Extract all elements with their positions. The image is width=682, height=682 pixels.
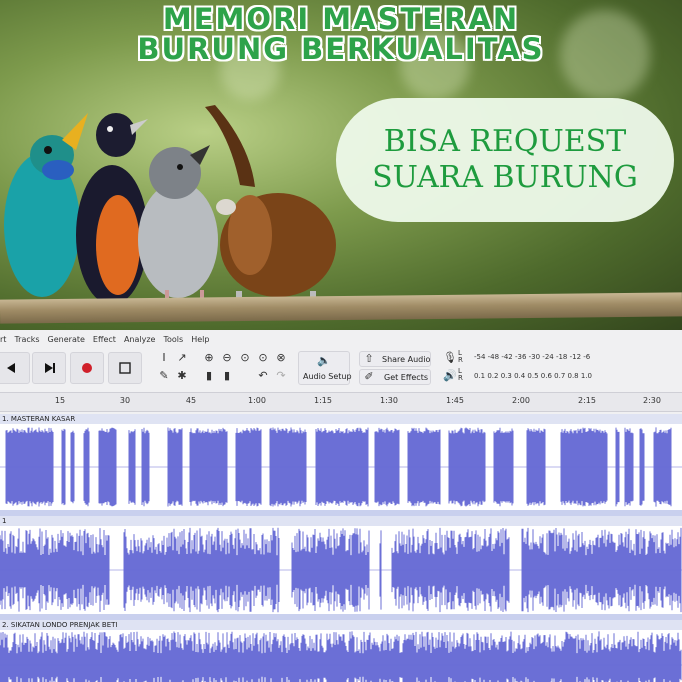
- effects-icon: ✐: [364, 370, 374, 383]
- ruler-tick-label: 1:15: [314, 396, 332, 405]
- banner-title-line2: BURUNG BERKUALITAS: [137, 32, 545, 66]
- bird-teal-icon: [4, 113, 88, 297]
- zoom-in-icon[interactable]: ⊕: [202, 351, 216, 365]
- track-3-waveform[interactable]: [0, 630, 682, 682]
- ruler-tick-label: 2:00: [512, 396, 530, 405]
- menu-tools[interactable]: Tools: [163, 335, 183, 344]
- skip-end-button[interactable]: [32, 352, 66, 384]
- draw-tool-icon[interactable]: ✎: [157, 369, 171, 383]
- play-channel-label: LR: [458, 367, 463, 382]
- menu-analyze[interactable]: Analyze: [124, 335, 156, 344]
- ruler-tick-label: 15: [54, 396, 66, 405]
- record-button[interactable]: [70, 352, 104, 384]
- timeline-ruler[interactable]: 15 30 45 1:00 1:15 1:30 1:45 2:00 2:15 2:30: [0, 392, 682, 412]
- skip-start-button[interactable]: [0, 352, 30, 384]
- ruler-tick-label: 2:15: [578, 396, 596, 405]
- track-3-label[interactable]: 2. SIKATAN LONDO PRENJAK BETI: [0, 620, 682, 630]
- track-1-waveform[interactable]: [0, 424, 682, 510]
- banner-title-line1: MEMORI MASTERAN: [162, 2, 520, 36]
- menu-tracks[interactable]: Tracks: [14, 335, 39, 344]
- record-channel-label: LR: [458, 349, 463, 364]
- envelope-tool-icon[interactable]: ↗: [175, 351, 189, 365]
- silence-icon[interactable]: ▮: [220, 369, 234, 383]
- skip-start-icon: [7, 363, 15, 373]
- menu-edit-partial[interactable]: rt: [0, 335, 6, 344]
- pill-line2: SUARA BURUNG: [372, 160, 638, 195]
- get-effects-button[interactable]: ✐ Get Effects: [359, 369, 431, 385]
- bird-brown-icon: [205, 105, 336, 311]
- pill-line1: BISA REQUEST: [383, 124, 627, 159]
- loop-icon: [119, 362, 131, 374]
- ruler-tick-label: 1:30: [380, 396, 398, 405]
- menu-help[interactable]: Help: [191, 335, 209, 344]
- record-icon: [82, 363, 92, 373]
- fit-project-icon[interactable]: ⊙: [256, 351, 270, 365]
- multi-tool-icon[interactable]: ✱: [175, 369, 189, 383]
- bird-grey-icon: [138, 145, 218, 312]
- speaker-icon: 🔈: [317, 354, 331, 367]
- redo-icon[interactable]: ↷: [274, 369, 288, 383]
- ruler-tick-label: 2:30: [643, 396, 661, 405]
- menu-generate[interactable]: Generate: [48, 335, 85, 344]
- toolbar: I ↗ ✎ ✱ ⊕ ⊖ ⊙ ⊙ ⊗ ▮ ▮ ↶ ↷ 🔈 Audio Setup …: [0, 349, 682, 391]
- share-icon: ⇧: [364, 352, 374, 365]
- track-1-label[interactable]: 1. MASTERAN KASAR: [0, 414, 682, 424]
- fit-selection-icon[interactable]: ⊙: [238, 351, 252, 365]
- track-2-label[interactable]: 1: [0, 516, 682, 526]
- ruler-tick-label: 1:45: [446, 396, 464, 405]
- track-2-waveform[interactable]: [0, 526, 682, 614]
- record-meter[interactable]: -54 -48 -42 -36 -30 -24 -18 -12 -6: [474, 353, 590, 361]
- ruler-tick-label: 30: [119, 396, 131, 405]
- undo-icon[interactable]: ↶: [256, 369, 270, 383]
- menu-effect[interactable]: Effect: [93, 335, 116, 344]
- audio-editor: rt Tracks Generate Effect Analyze Tools …: [0, 330, 682, 682]
- share-audio-button[interactable]: ⇧ Share Audio: [359, 351, 431, 367]
- zoom-toggle-icon[interactable]: ⊗: [274, 351, 288, 365]
- menu-bar: rt Tracks Generate Effect Analyze Tools …: [0, 330, 682, 348]
- request-pill: BISA REQUEST SUARA BURUNG: [336, 98, 674, 222]
- microphone-icon[interactable]: 🎙: [443, 351, 457, 365]
- trim-icon[interactable]: ▮: [202, 369, 216, 383]
- bird-magpie-robin-icon: [76, 113, 148, 305]
- promo-banner: MEMORI MASTERAN BURUNG BERKUALITAS BISA …: [0, 0, 682, 330]
- playback-meter[interactable]: 0.1 0.2 0.3 0.4 0.5 0.6 0.7 0.8 1.0: [474, 372, 592, 380]
- ruler-tick-label: 1:00: [248, 396, 266, 405]
- playback-speaker-icon[interactable]: 🔊: [443, 369, 457, 383]
- audio-setup-button[interactable]: 🔈 Audio Setup: [298, 351, 352, 385]
- zoom-out-icon[interactable]: ⊖: [220, 351, 234, 365]
- loop-button[interactable]: [108, 352, 142, 384]
- skip-end-icon: [45, 363, 55, 373]
- ruler-tick-label: 45: [185, 396, 197, 405]
- birds-illustration: [4, 105, 336, 312]
- selection-tool-icon[interactable]: I: [157, 351, 171, 365]
